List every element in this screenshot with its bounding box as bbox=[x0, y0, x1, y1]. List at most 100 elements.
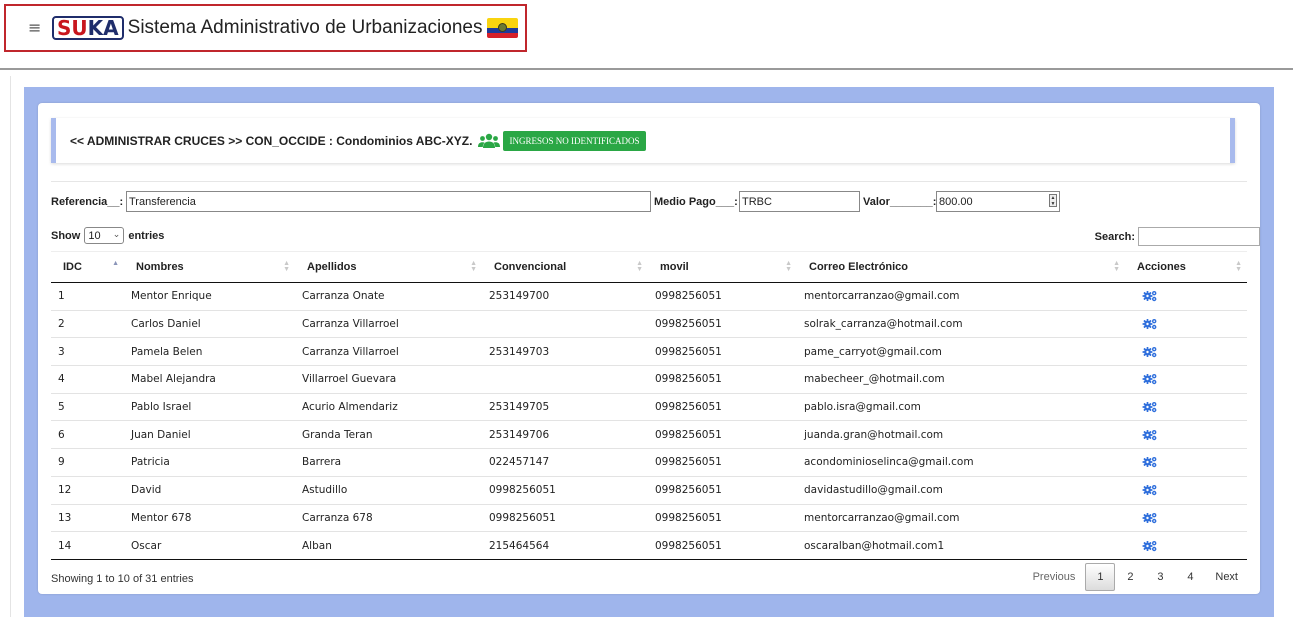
cell-correo: davidastudillo@gmail.com bbox=[797, 476, 1125, 505]
entries-length-select[interactable]: 10 ⌄ bbox=[84, 227, 125, 244]
medio-pago-input[interactable] bbox=[739, 191, 860, 212]
col-header-nombres[interactable]: Nombres ▲ ▼ bbox=[124, 251, 295, 283]
cell-apellidos: Astudillo bbox=[295, 476, 482, 505]
cell-apellidos: Carranza Onate bbox=[295, 282, 482, 311]
search-label: Search: bbox=[1094, 230, 1135, 243]
cell-apellidos: Alban bbox=[295, 531, 482, 560]
gears-icon[interactable] bbox=[1142, 373, 1158, 385]
cell-correo: pablo.isra@gmail.com bbox=[797, 393, 1125, 422]
search-control: Search: bbox=[1095, 227, 1260, 246]
cell-apellidos: Carranza 678 bbox=[295, 504, 482, 533]
col-header-correo[interactable]: Correo Electrónico ▲ ▼ bbox=[797, 251, 1125, 283]
table-row: 4 Mabel Alejandra Villarroel Guevara 099825… bbox=[51, 365, 1247, 394]
logo-text-ka: KA bbox=[87, 16, 119, 40]
table-row: 12 David Astudillo 0998256051 0998256051 davi… bbox=[51, 476, 1247, 505]
ingresos-no-identificados-button[interactable]: INGRESOS NO IDENTIFICADOS bbox=[503, 130, 646, 151]
cell-idc: 12 bbox=[51, 476, 124, 505]
table-row: 14 Oscar Alban 215464564 0998256051 oscaralba… bbox=[51, 531, 1247, 560]
cell-acciones bbox=[1125, 337, 1247, 367]
table-row: 6 Juan Daniel Granda Teran 253149706 0998256… bbox=[51, 420, 1247, 450]
cell-correo: acondominioselinca@gmail.com bbox=[797, 448, 1125, 477]
gears-icon[interactable] bbox=[1142, 429, 1158, 441]
cell-convencional: 253149700 bbox=[482, 282, 648, 311]
valor-stepper[interactable]: ▲ ▼ bbox=[1049, 194, 1057, 207]
cell-correo: mentorcarranzao@gmail.com bbox=[797, 504, 1125, 533]
cell-movil: 0998256051 bbox=[648, 365, 797, 394]
cell-acciones bbox=[1125, 365, 1247, 394]
cell-idc: 14 bbox=[51, 531, 124, 560]
page-2-button[interactable]: 2 bbox=[1115, 563, 1145, 591]
suka-logo[interactable]: SU KA bbox=[52, 16, 124, 40]
cell-apellidos: Barrera bbox=[295, 448, 482, 477]
cell-correo: oscaralban@hotmail.com1 bbox=[797, 531, 1125, 560]
gears-icon[interactable] bbox=[1142, 401, 1158, 413]
valor-label: Valor_______: bbox=[863, 196, 937, 208]
page-callout: << ADMINISTRAR CRUCES >> CON_OCCIDE : Co… bbox=[51, 118, 1235, 163]
col-header-idc[interactable]: IDC ▲ bbox=[51, 251, 124, 283]
cell-movil: 0998256051 bbox=[648, 282, 797, 311]
page-1-button[interactable]: 1 bbox=[1085, 563, 1116, 591]
cell-convencional: 0998256051 bbox=[482, 476, 648, 505]
gears-icon[interactable] bbox=[1142, 456, 1158, 468]
cell-correo: solrak_carranza@hotmail.com bbox=[797, 310, 1125, 339]
entries-length-value: 10 bbox=[88, 229, 101, 242]
valor-field: ▲▼ bbox=[936, 191, 1060, 212]
table-row: 2 Carlos Daniel Carranza Villarroel 0998256… bbox=[51, 310, 1247, 339]
cell-idc: 5 bbox=[51, 393, 124, 422]
residents-table: IDC ▲ Nombres ▲ ▼ Apellidos ▲ ▼ Convencional ▲… bbox=[51, 251, 1247, 560]
cell-movil: 0998256051 bbox=[648, 448, 797, 477]
cell-nombres: Oscar bbox=[124, 531, 295, 560]
page-3-button[interactable]: 3 bbox=[1145, 563, 1175, 591]
valor-input[interactable] bbox=[936, 191, 1060, 212]
cell-correo: juanda.gran@hotmail.com bbox=[797, 420, 1125, 450]
cell-correo: pame_carryot@gmail.com bbox=[797, 337, 1125, 367]
col-header-apellidos[interactable]: Apellidos ▲ ▼ bbox=[295, 251, 482, 283]
page-4-button[interactable]: 4 bbox=[1175, 563, 1205, 591]
col-header-acciones[interactable]: Acciones ▲ ▼ bbox=[1125, 251, 1247, 283]
cell-idc: 1 bbox=[51, 282, 124, 311]
ecuador-flag-icon bbox=[487, 18, 519, 38]
gears-icon[interactable] bbox=[1142, 540, 1158, 552]
referencia-input[interactable] bbox=[126, 191, 651, 212]
gears-icon[interactable] bbox=[1142, 346, 1158, 358]
cell-idc: 3 bbox=[51, 337, 124, 367]
show-label: Show bbox=[51, 229, 81, 242]
hamburger-icon[interactable]: ≡ bbox=[28, 20, 48, 36]
cell-nombres: Pamela Belen bbox=[124, 337, 295, 367]
next-page-button[interactable]: Next bbox=[1205, 563, 1248, 591]
cell-apellidos: Granda Teran bbox=[295, 420, 482, 450]
cell-movil: 0998256051 bbox=[648, 420, 797, 450]
divider bbox=[51, 181, 1247, 182]
search-input[interactable] bbox=[1138, 227, 1260, 246]
cell-convencional: 022457147 bbox=[482, 448, 648, 477]
length-control: Show 10 ⌄ entries bbox=[51, 227, 164, 244]
cell-nombres: Juan Daniel bbox=[124, 420, 295, 450]
col-header-convencional[interactable]: Convencional ▲ ▼ bbox=[482, 251, 648, 283]
cell-convencional: 253149703 bbox=[482, 337, 648, 367]
logo-text-su: SU bbox=[57, 16, 88, 40]
cell-apellidos: Carranza Villarroel bbox=[295, 337, 482, 367]
gears-icon[interactable] bbox=[1142, 318, 1158, 330]
entries-label: entries bbox=[128, 229, 165, 242]
gears-icon[interactable] bbox=[1142, 290, 1158, 302]
brand-box: ≡ SU KA Sistema Administrativo de Urbaniz… bbox=[4, 4, 527, 52]
cell-nombres: Pablo Israel bbox=[124, 393, 295, 422]
table-header-row: IDC ▲ Nombres ▲ ▼ Apellidos ▲ ▼ Convencional ▲… bbox=[51, 251, 1247, 283]
cell-idc: 4 bbox=[51, 365, 124, 394]
pagination: Previous 1 2 3 4 Next bbox=[1023, 563, 1248, 591]
gears-icon[interactable] bbox=[1142, 512, 1158, 524]
referencia-label: Referencia__: bbox=[51, 196, 124, 208]
cell-movil: 0998256051 bbox=[648, 393, 797, 422]
cell-acciones bbox=[1125, 420, 1247, 450]
content-wrapper: << ADMINISTRAR CRUCES >> CON_OCCIDE : Co… bbox=[10, 76, 1292, 617]
table-row: 3 Pamela Belen Carranza Villarroel 25314970… bbox=[51, 337, 1247, 367]
cell-correo: mentorcarranzao@gmail.com bbox=[797, 282, 1125, 311]
cell-movil: 0998256051 bbox=[648, 337, 797, 367]
cell-apellidos: Acurio Almendariz bbox=[295, 393, 482, 422]
cell-correo: mabecheer_@hotmail.com bbox=[797, 365, 1125, 394]
col-header-movil[interactable]: movil ▲ ▼ bbox=[648, 251, 797, 283]
cell-movil: 0998256051 bbox=[648, 531, 797, 560]
gears-icon[interactable] bbox=[1142, 484, 1158, 496]
previous-page-button[interactable]: Previous bbox=[1023, 563, 1086, 591]
content-frame: << ADMINISTRAR CRUCES >> CON_OCCIDE : Co… bbox=[24, 87, 1274, 617]
